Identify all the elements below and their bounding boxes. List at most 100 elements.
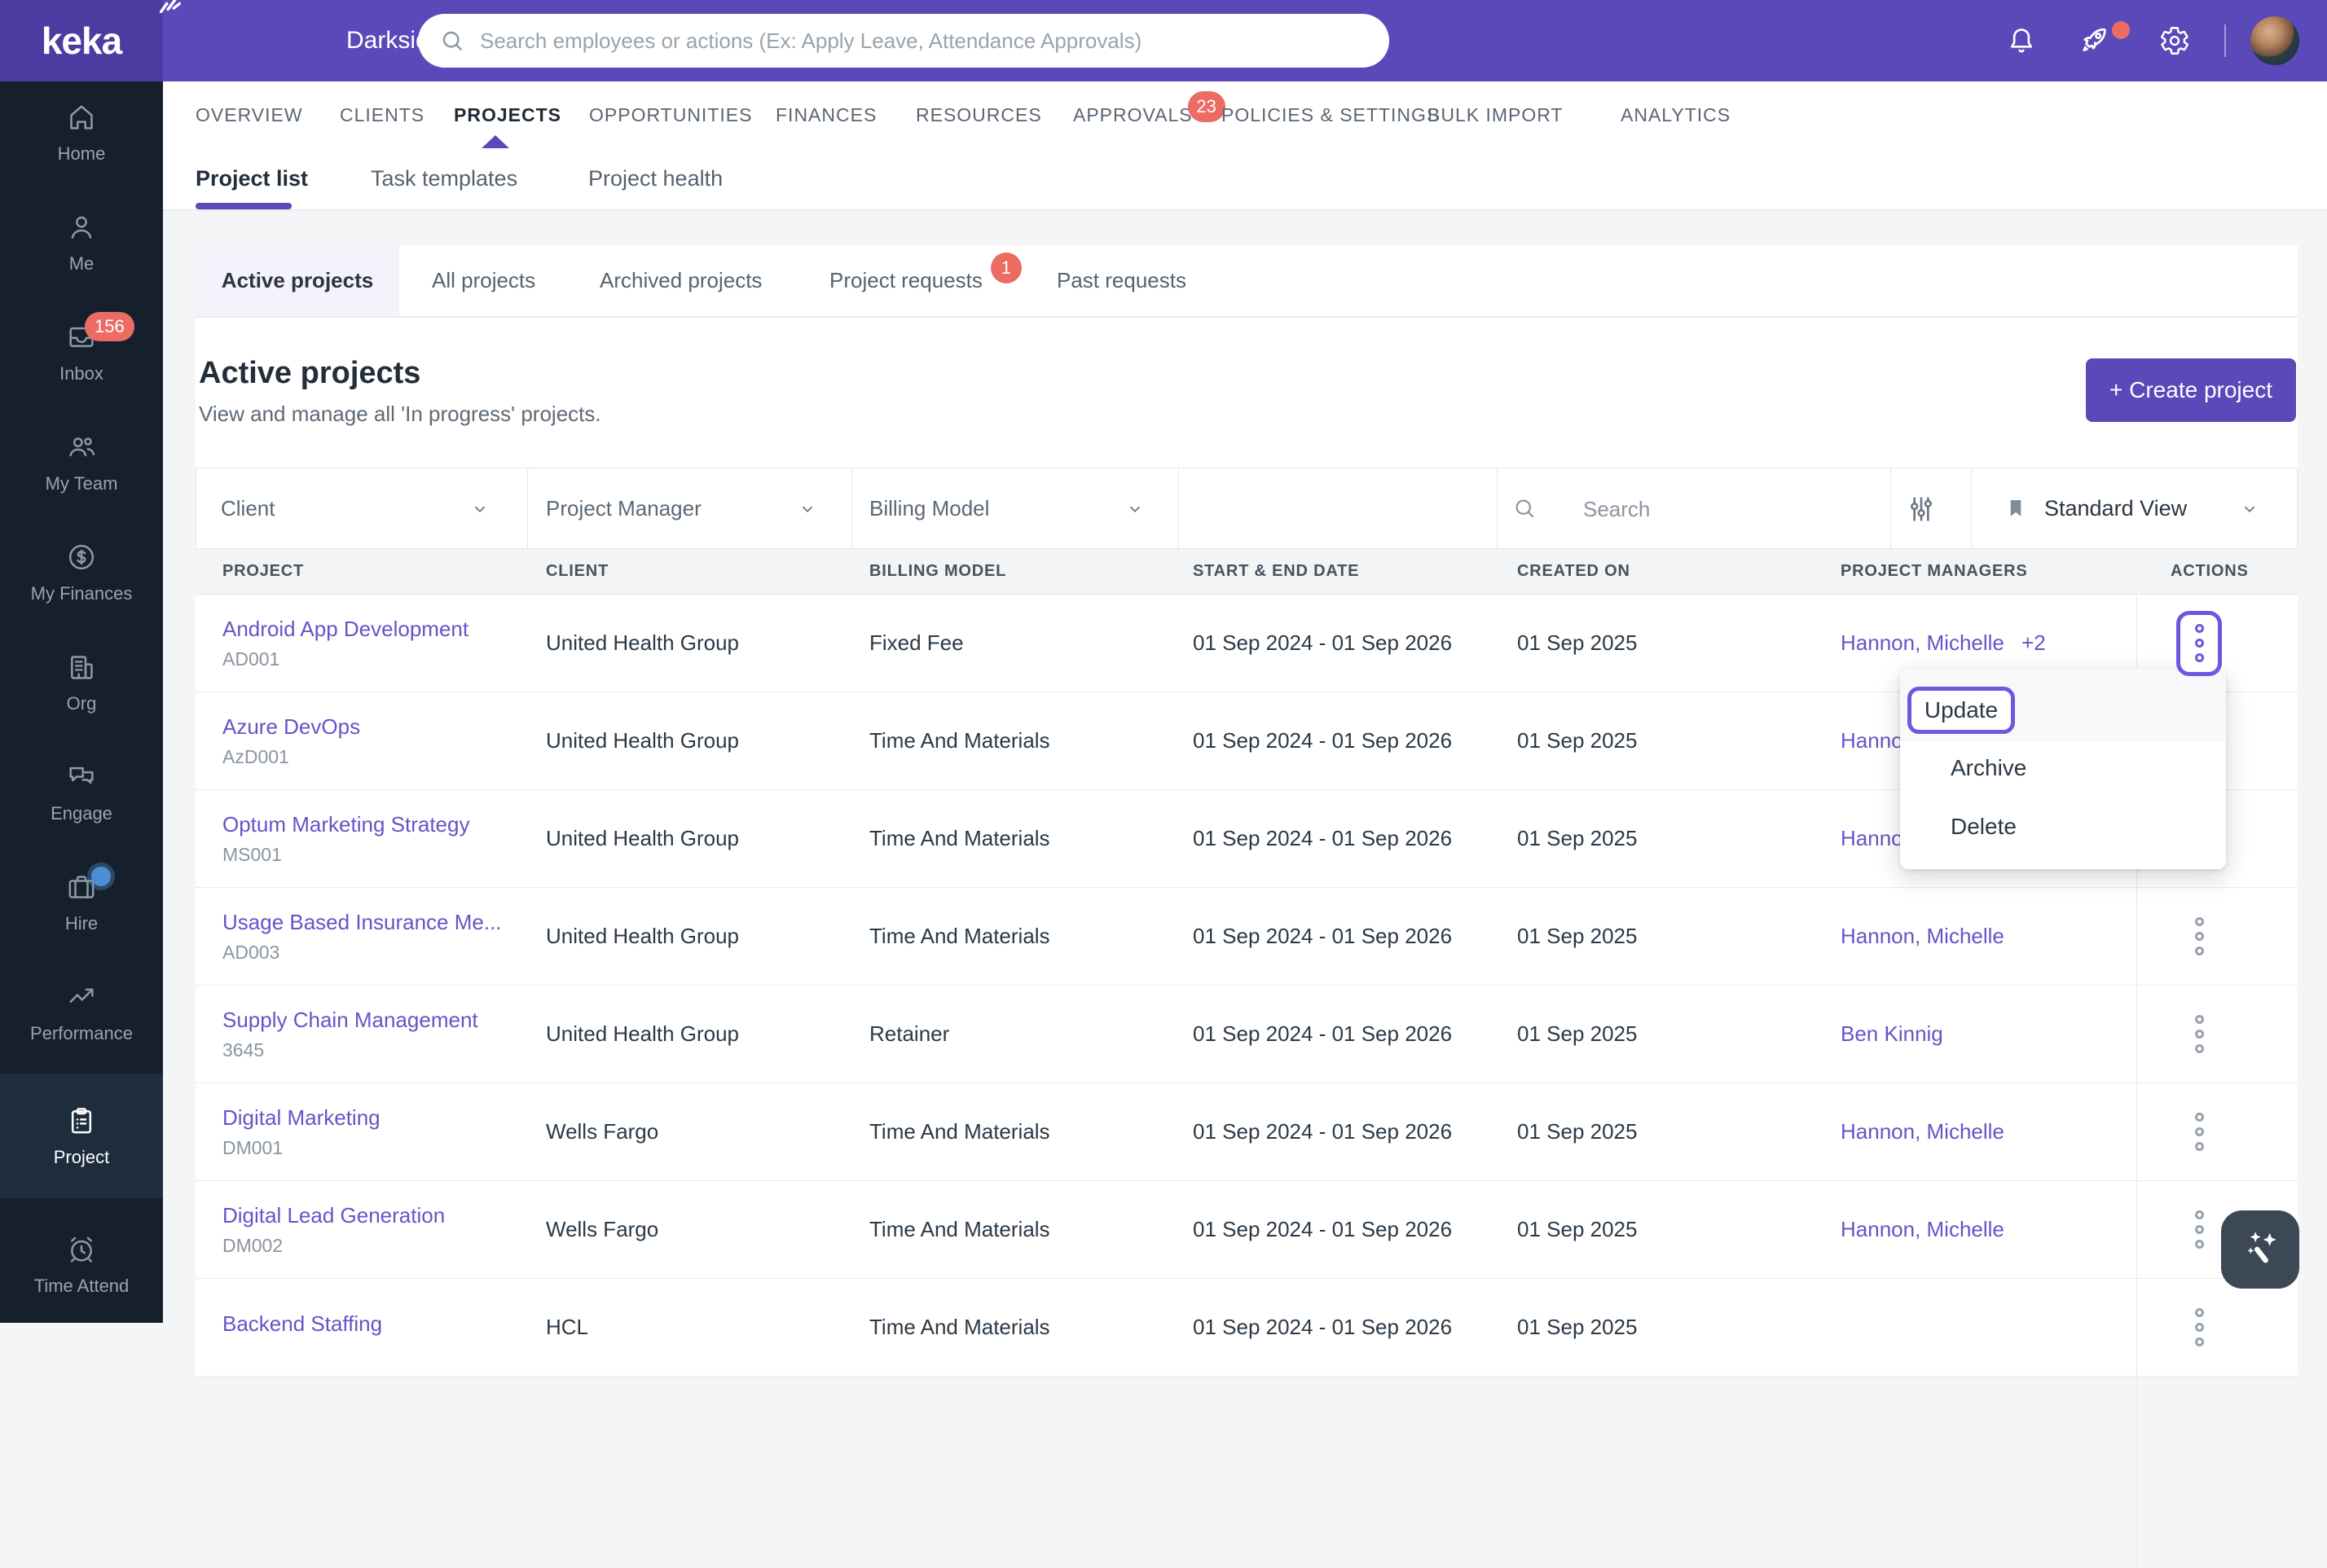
dollar-coin-icon bbox=[68, 544, 95, 569]
whats-new-rocket-icon[interactable] bbox=[2079, 25, 2110, 56]
user-avatar[interactable] bbox=[2250, 16, 2299, 65]
tab-clients[interactable]: CLIENTS bbox=[340, 81, 424, 148]
menu-item-delete[interactable]: Delete bbox=[1951, 814, 2017, 840]
sidebar-item-home[interactable]: Home bbox=[0, 77, 163, 187]
menu-item-update[interactable]: Update bbox=[1907, 687, 2015, 734]
project-link[interactable]: Usage Based Insurance Me... bbox=[222, 910, 519, 935]
active-subtab-underline bbox=[196, 203, 292, 209]
create-project-button[interactable]: + Create project bbox=[2086, 358, 2296, 422]
sidebar-item-my-team[interactable]: My Team bbox=[0, 407, 163, 517]
tab-policies-settings[interactable]: POLICIES & SETTINGS bbox=[1221, 81, 1440, 148]
sidebar-item-org[interactable]: Org bbox=[0, 627, 163, 737]
module-nav: OVERVIEW CLIENTS PROJECTS OPPORTUNITIES … bbox=[163, 81, 2327, 148]
column-header-start-end-date[interactable]: START & END DATE bbox=[1166, 562, 1490, 581]
table-row[interactable]: Usage Based Insurance Me... AD003 United… bbox=[196, 888, 2298, 986]
billing-model-cell: Time And Materials bbox=[869, 1217, 1050, 1241]
manager-link[interactable]: Hannon, Michelle bbox=[1841, 924, 2004, 948]
view-tab-active-projects[interactable]: Active projects bbox=[196, 245, 399, 316]
tab-approvals[interactable]: APPROVALS 23 bbox=[1073, 81, 1225, 148]
subtab-task-templates[interactable]: Task templates bbox=[371, 148, 517, 209]
notifications-bell-icon[interactable] bbox=[2006, 25, 2037, 56]
chevron-down-icon[interactable] bbox=[1126, 500, 1144, 518]
client-cell: United Health Group bbox=[546, 1021, 740, 1046]
alarm-clock-icon bbox=[70, 1236, 93, 1263]
sidebar-item-inbox[interactable]: Inbox 156 bbox=[0, 297, 163, 407]
manager-extra-count[interactable]: +2 bbox=[2021, 630, 2046, 655]
manager-link[interactable]: Hannon, Michelle bbox=[1841, 1217, 2004, 1241]
billing-model-filter[interactable]: Billing Model bbox=[869, 468, 989, 548]
sidebar-item-my-finances[interactable]: My Finances bbox=[0, 517, 163, 627]
sidebar-item-me[interactable]: Me bbox=[0, 187, 163, 297]
settings-gear-icon[interactable] bbox=[2159, 25, 2190, 56]
row-actions-kebab[interactable] bbox=[2176, 1002, 2222, 1067]
view-tab-past-requests[interactable]: Past requests bbox=[1057, 245, 1186, 316]
sidebar-item-hire[interactable]: Hire bbox=[0, 847, 163, 957]
sidebar-item-engage[interactable]: Engage bbox=[0, 737, 163, 847]
home-icon bbox=[70, 104, 93, 130]
view-selector[interactable]: Standard View bbox=[2044, 468, 2187, 548]
project-link[interactable]: Backend Staffing bbox=[222, 1311, 519, 1337]
manager-link[interactable]: Ben Kinnig bbox=[1841, 1021, 1943, 1046]
project-code: AD001 bbox=[222, 648, 280, 670]
table-row[interactable]: Digital Lead Generation DM002 Wells Farg… bbox=[196, 1181, 2298, 1279]
project-link[interactable]: Optum Marketing Strategy bbox=[222, 812, 519, 837]
sidebar-item-time-attend[interactable]: Time Attend bbox=[0, 1210, 163, 1320]
client-filter[interactable]: Client bbox=[221, 468, 275, 548]
chevron-down-icon[interactable] bbox=[471, 500, 489, 518]
table-row[interactable]: Backend Staffing HCL Time And Materials … bbox=[196, 1279, 2298, 1377]
column-header-project-managers[interactable]: PROJECT MANAGERS bbox=[1814, 562, 2136, 581]
sidebar-item-project[interactable]: Project bbox=[0, 1074, 163, 1198]
tab-analytics[interactable]: ANALYTICS bbox=[1621, 81, 1731, 148]
view-tab-project-requests[interactable]: Project requests 1 bbox=[829, 245, 1022, 316]
view-tab-archived-projects[interactable]: Archived projects bbox=[600, 245, 762, 316]
menu-item-archive[interactable]: Archive bbox=[1951, 755, 2026, 781]
project-manager-filter[interactable]: Project Manager bbox=[546, 468, 702, 548]
project-link[interactable]: Supply Chain Management bbox=[222, 1008, 519, 1033]
project-link[interactable]: Digital Marketing bbox=[222, 1105, 519, 1131]
tab-resources[interactable]: RESOURCES bbox=[916, 81, 1042, 148]
global-search[interactable] bbox=[418, 14, 1389, 68]
search-icon bbox=[1515, 499, 1534, 518]
chevron-down-icon[interactable] bbox=[798, 500, 816, 518]
row-actions-kebab[interactable] bbox=[2176, 1100, 2222, 1165]
rocket-notification-dot bbox=[2112, 21, 2130, 39]
sidebar-item-performance[interactable]: Performance bbox=[0, 957, 163, 1067]
view-tab-all-projects[interactable]: All projects bbox=[432, 245, 535, 316]
tab-opportunities[interactable]: OPPORTUNITIES bbox=[589, 81, 752, 148]
project-link[interactable]: Azure DevOps bbox=[222, 714, 519, 740]
column-header-project[interactable]: PROJECT bbox=[196, 562, 519, 581]
tab-finances[interactable]: FINANCES bbox=[776, 81, 877, 148]
row-actions-kebab[interactable] bbox=[2176, 904, 2222, 969]
manager-link[interactable]: Hannon, Michelle bbox=[1841, 630, 2004, 655]
building-icon bbox=[71, 655, 93, 679]
billing-model-cell: Time And Materials bbox=[869, 826, 1050, 850]
table-row[interactable]: Supply Chain Management 3645 United Heal… bbox=[196, 986, 2298, 1083]
dates-cell: 01 Sep 2024 - 01 Sep 2026 bbox=[1193, 1021, 1453, 1046]
column-header-billing-model[interactable]: BILLING MODEL bbox=[842, 562, 1166, 581]
table-search-input[interactable] bbox=[1581, 489, 1862, 529]
table-row[interactable]: Digital Marketing DM001 Wells Fargo Time… bbox=[196, 1083, 2298, 1181]
row-actions-kebab[interactable] bbox=[2176, 610, 2222, 676]
tab-bulk-import[interactable]: BULK IMPORT bbox=[1427, 81, 1564, 148]
created-on-cell: 01 Sep 2025 bbox=[1517, 630, 1638, 655]
dates-cell: 01 Sep 2024 - 01 Sep 2026 bbox=[1193, 1315, 1453, 1339]
row-actions-kebab[interactable] bbox=[2176, 1197, 2222, 1263]
project-link[interactable]: Android App Development bbox=[222, 617, 519, 642]
subtab-project-health[interactable]: Project health bbox=[588, 148, 723, 209]
manager-link[interactable]: Hannon, Michelle bbox=[1841, 1119, 2004, 1144]
column-header-created-on[interactable]: CREATED ON bbox=[1490, 562, 1814, 581]
created-on-cell: 01 Sep 2025 bbox=[1517, 826, 1638, 850]
global-search-input[interactable] bbox=[478, 27, 1381, 55]
subtab-project-list[interactable]: Project list bbox=[196, 148, 308, 209]
ai-assistant-wand-button[interactable] bbox=[2221, 1210, 2299, 1289]
team-icon bbox=[69, 437, 95, 456]
column-header-client[interactable]: CLIENT bbox=[519, 562, 842, 581]
keka-logo[interactable]: keka bbox=[0, 0, 182, 81]
column-settings-sliders-icon[interactable] bbox=[1905, 493, 1938, 525]
chevron-down-icon[interactable] bbox=[2241, 500, 2259, 518]
tab-overview[interactable]: OVERVIEW bbox=[196, 81, 303, 148]
created-on-cell: 01 Sep 2025 bbox=[1517, 924, 1638, 948]
project-link[interactable]: Digital Lead Generation bbox=[222, 1203, 519, 1228]
row-actions-kebab[interactable] bbox=[2176, 1295, 2222, 1360]
dates-cell: 01 Sep 2024 - 01 Sep 2026 bbox=[1193, 924, 1453, 948]
